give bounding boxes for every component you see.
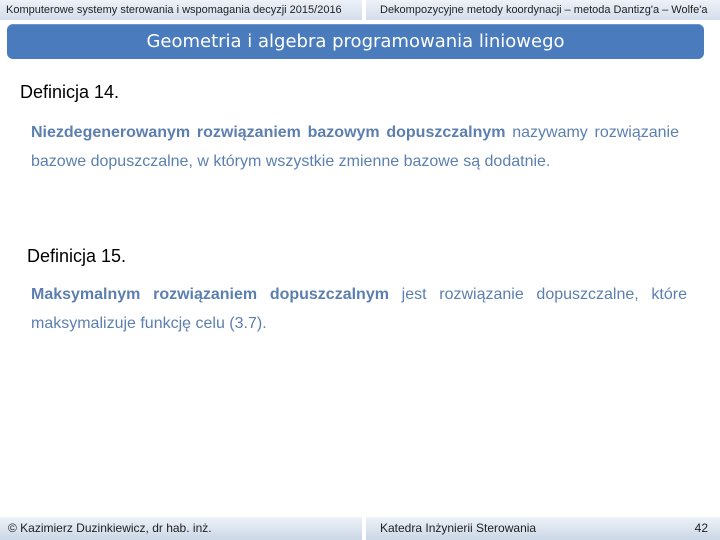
footer-author: © Kazimierz Duzinkiewicz, dr hab. inż. xyxy=(0,517,362,540)
footer-department: Katedra Inżynierii Sterowania 42 xyxy=(366,517,720,540)
slide-title-band: Geometria i algebra programowania liniow… xyxy=(7,24,704,59)
definition-14-heading: Definicja 14. xyxy=(20,82,120,102)
definition-15-heading: Definicja 15. xyxy=(27,246,127,266)
footer-bar: © Kazimierz Duzinkiewicz, dr hab. inż. K… xyxy=(0,517,720,540)
definition-14-term: Niezdegenerowanym rozwiązaniem bazowym d… xyxy=(31,124,506,141)
course-title: Komputerowe systemy sterowania i wspomag… xyxy=(0,0,362,20)
department-name: Katedra Inżynierii Sterowania xyxy=(380,521,537,535)
slide-title: Geometria i algebra programowania liniow… xyxy=(146,31,565,52)
header-bar: Komputerowe systemy sterowania i wspomag… xyxy=(0,0,720,20)
definition-14-body: Niezdegenerowanym rozwiązaniem bazowym d… xyxy=(31,118,679,176)
definition-15-body: Maksymalnym rozwiązaniem dopuszczalnym j… xyxy=(31,280,687,338)
definition-15-term: Maksymalnym rozwiązaniem dopuszczalnym xyxy=(31,286,389,303)
lecture-topic: Dekompozycyjne metody koordynacji – meto… xyxy=(366,0,720,20)
page-number: 42 xyxy=(694,521,708,535)
